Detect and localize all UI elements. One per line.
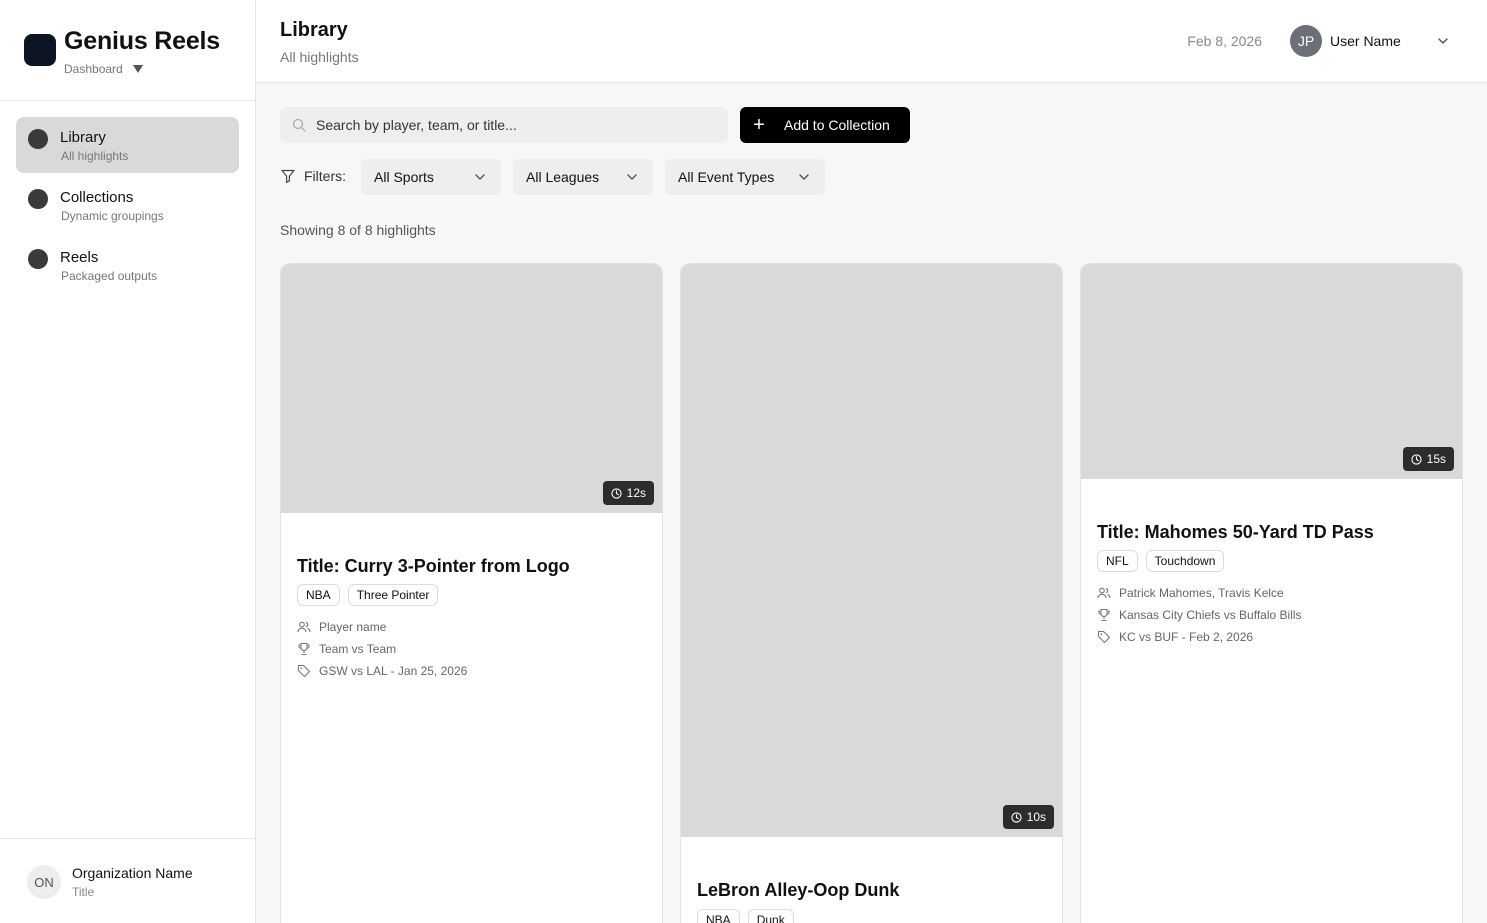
page-title: Library	[280, 19, 348, 41]
game-row: GSW vs LAL - Jan 25, 2026	[297, 660, 467, 682]
select-value: All Sports	[374, 169, 434, 185]
duration-text: 10s	[1026, 810, 1046, 824]
highlight-meta: Player name Team vs Team GSW vs LAL - Ja…	[297, 616, 467, 682]
add-to-collection-button[interactable]: + Add to Collection	[740, 107, 910, 143]
clock-icon	[611, 487, 622, 499]
sidebar-item-library[interactable]: Library All highlights	[16, 117, 239, 173]
league-tag: NBA	[297, 584, 340, 606]
collections-icon	[28, 189, 48, 209]
current-date: Feb 8, 2026	[1187, 33, 1262, 49]
tag-list: NBA Three Pointer	[297, 584, 439, 606]
highlight-meta: Patrick Mahomes, Travis Kelce Kansas Cit…	[1097, 582, 1302, 648]
filters-label: Filters:	[280, 168, 346, 184]
caret-down-icon	[132, 65, 143, 73]
users-icon	[297, 621, 311, 633]
search-input[interactable]	[316, 107, 716, 143]
players-row: Patrick Mahomes, Travis Kelce	[1097, 582, 1302, 604]
sport-filter-select[interactable]: All Sports	[361, 159, 501, 195]
trophy-icon	[298, 642, 310, 656]
search-icon	[292, 118, 306, 132]
sidebar-item-collections[interactable]: Collections Dynamic groupings	[16, 177, 239, 233]
duration-badge: 10s	[1002, 805, 1054, 829]
league-filter-select[interactable]: All Leagues	[513, 159, 653, 195]
tag-list: NBA Dunk	[697, 909, 794, 923]
teams-row: Team vs Team	[297, 638, 467, 660]
select-value: All Event Types	[678, 169, 775, 185]
highlight-card[interactable]: 15s Title: Mahomes 50-Yard TD Pass NFL T…	[1080, 263, 1463, 923]
search-box	[280, 107, 728, 143]
chevron-down-icon	[799, 174, 809, 180]
sidebar-item-label: Collections	[60, 189, 134, 206]
sidebar-item-label: Reels	[60, 249, 99, 266]
filters-label-text: Filters:	[304, 168, 346, 184]
event-type-tag: Touchdown	[1145, 550, 1225, 572]
video-thumbnail[interactable]: 15s	[1081, 264, 1462, 479]
plus-icon: +	[753, 114, 765, 136]
players-text: Patrick Mahomes, Travis Kelce	[1119, 586, 1284, 600]
tag-list: NFL Touchdown	[1097, 550, 1225, 572]
duration-text: 15s	[1426, 452, 1446, 466]
event-type-tag: Dunk	[747, 909, 794, 923]
highlight-title: Title: Curry 3-Pointer from Logo	[297, 556, 570, 576]
org-title: Title	[72, 885, 95, 899]
video-thumbnail[interactable]: 10s	[681, 264, 1062, 837]
workspace-label: Dashboard	[64, 62, 123, 76]
clock-icon	[1011, 811, 1022, 823]
library-icon	[28, 129, 48, 149]
league-tag: NBA	[697, 909, 740, 923]
tag-icon	[297, 664, 311, 678]
brand-header: Genius Reels Dashboard	[0, 0, 255, 101]
page-header: Library All highlights Feb 8, 2026 JP Us…	[256, 0, 1487, 83]
sidebar-nav: Library All highlights Collections Dynam…	[16, 117, 239, 297]
organization-switcher[interactable]: ON Organization Name Title	[0, 838, 255, 923]
clock-icon	[1411, 453, 1422, 465]
select-value: All Leagues	[526, 169, 600, 185]
highlight-card[interactable]: 10s LeBron Alley-Oop Dunk NBA Dunk	[680, 263, 1063, 923]
sidebar-item-reels[interactable]: Reels Packaged outputs	[16, 237, 239, 293]
chevron-down-icon	[627, 174, 637, 180]
app-logo	[24, 34, 56, 66]
highlight-title: Title: Mahomes 50-Yard TD Pass	[1097, 522, 1374, 542]
workspace-switcher[interactable]: Dashboard	[64, 62, 143, 76]
chevron-down-icon	[475, 174, 485, 180]
tag-icon	[1097, 630, 1111, 644]
duration-badge: 15s	[1402, 447, 1454, 471]
add-to-collection-label: Add to Collection	[784, 117, 890, 133]
sidebar-item-sublabel: All highlights	[61, 149, 129, 163]
event-type-filter-select[interactable]: All Event Types	[665, 159, 825, 195]
sidebar: Genius Reels Dashboard Library All highl…	[0, 0, 256, 923]
duration-text: 12s	[626, 486, 646, 500]
league-tag: NFL	[1097, 550, 1138, 572]
sidebar-item-sublabel: Dynamic groupings	[61, 209, 164, 223]
duration-badge: 12s	[602, 481, 654, 505]
user-name[interactable]: User Name	[1330, 33, 1401, 49]
teams-row: Kansas City Chiefs vs Buffalo Bills	[1097, 604, 1302, 626]
game-text: KC vs BUF - Feb 2, 2026	[1119, 630, 1254, 644]
filter-icon	[281, 169, 295, 183]
players-text: Player name	[319, 620, 387, 634]
users-icon	[1097, 587, 1111, 599]
app-name: Genius Reels	[64, 27, 220, 55]
reels-icon	[28, 249, 48, 269]
players-row: Player name	[297, 616, 467, 638]
trophy-icon	[1098, 608, 1110, 622]
game-text: GSW vs LAL - Jan 25, 2026	[319, 664, 468, 678]
teams-text: Kansas City Chiefs vs Buffalo Bills	[1119, 608, 1302, 622]
sidebar-item-sublabel: Packaged outputs	[61, 269, 158, 283]
results-count: Showing 8 of 8 highlights	[280, 222, 436, 238]
event-type-tag: Three Pointer	[347, 584, 439, 606]
org-avatar: ON	[27, 865, 61, 899]
org-name: Organization Name	[72, 865, 193, 881]
teams-text: Team vs Team	[319, 642, 397, 656]
game-row: KC vs BUF - Feb 2, 2026	[1097, 626, 1302, 648]
highlight-title: LeBron Alley-Oop Dunk	[697, 880, 900, 900]
chevron-down-icon[interactable]	[1436, 34, 1450, 48]
sidebar-item-label: Library	[60, 129, 106, 146]
highlight-card[interactable]: 12s Title: Curry 3-Pointer from Logo NBA…	[280, 263, 663, 923]
page-subtitle: All highlights	[280, 49, 359, 65]
video-thumbnail[interactable]: 12s	[281, 264, 662, 513]
user-avatar[interactable]: JP	[1290, 25, 1322, 57]
